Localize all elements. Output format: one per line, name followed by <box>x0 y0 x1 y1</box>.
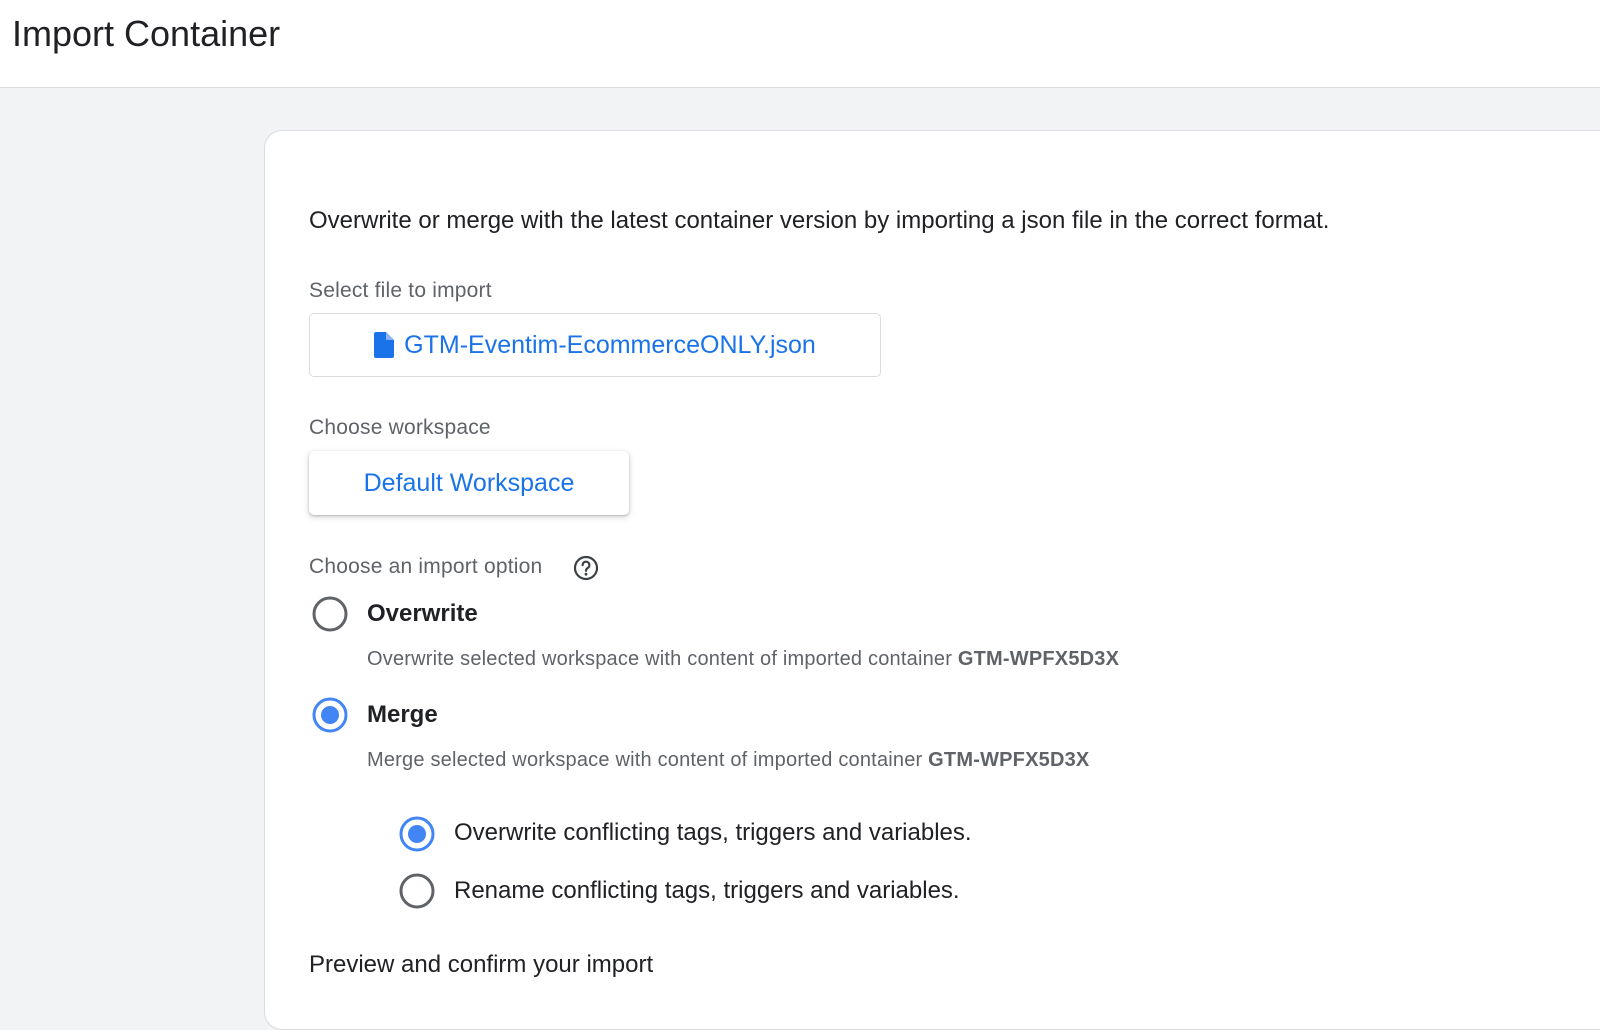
overwrite-option-description: Overwrite selected workspace with conten… <box>367 648 1120 670</box>
selected-file-name: GTM-Eventim-EcommerceONLY.json <box>404 330 816 359</box>
next-section-heading: Preview and confirm your import <box>309 951 654 978</box>
workspace-selector-button[interactable]: Default Workspace <box>309 451 629 515</box>
file-document-icon <box>374 332 395 358</box>
import-description: Overwrite or merge with the latest conta… <box>309 207 1330 234</box>
select-file-button[interactable]: GTM-Eventim-EcommerceONLY.json <box>309 313 881 377</box>
overwrite-option-title: Overwrite <box>367 600 478 627</box>
merge-container-id: GTM-WPFX5D3X <box>928 749 1090 771</box>
rename-conflicting-radio[interactable] <box>399 873 435 909</box>
import-option-label: Choose an import option <box>309 555 543 578</box>
help-circle-icon[interactable] <box>573 555 599 581</box>
overwrite-conflicting-radio[interactable] <box>399 816 435 852</box>
choose-workspace-label: Choose workspace <box>309 416 491 439</box>
page-title: Import Container <box>12 13 281 54</box>
overwrite-conflicting-label: Overwrite conflicting tags, triggers and… <box>454 819 972 846</box>
import-container-card: Overwrite or merge with the latest conta… <box>264 130 1600 1030</box>
select-file-label: Select file to import <box>309 279 492 302</box>
selected-workspace-name: Default Workspace <box>363 468 575 497</box>
app-header: Import Container <box>0 0 1600 88</box>
rename-conflicting-label: Rename conflicting tags, triggers and va… <box>454 877 960 904</box>
merge-option-description: Merge selected workspace with content of… <box>367 749 1090 771</box>
merge-option-title: Merge <box>367 701 438 728</box>
merge-radio[interactable] <box>312 697 348 733</box>
overwrite-radio[interactable] <box>312 596 348 632</box>
overwrite-container-id: GTM-WPFX5D3X <box>957 648 1120 670</box>
